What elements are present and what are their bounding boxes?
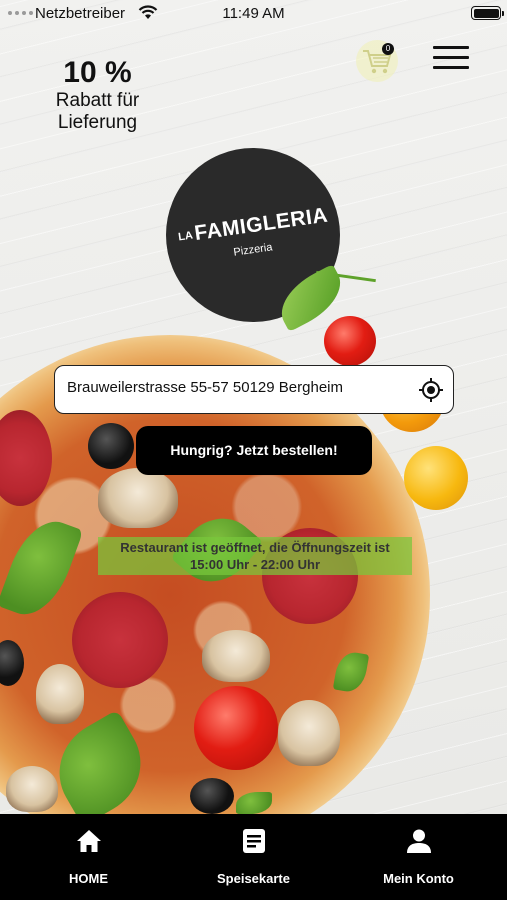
user-icon — [407, 829, 431, 853]
mushroom-topping — [98, 468, 178, 528]
tab-mein-konto-label: Mein Konto — [383, 871, 454, 886]
olive-topping — [190, 778, 234, 814]
tab-home[interactable]: HOME — [4, 814, 173, 900]
logo-prefix: LA — [177, 229, 194, 244]
discount-banner: 10 % Rabatt für Lieferung — [40, 56, 155, 134]
salami-topping — [72, 592, 168, 688]
mushroom-topping — [36, 664, 84, 724]
menu-card-icon — [243, 829, 265, 853]
discount-value: 10 % — [63, 56, 132, 89]
tomato-slice — [194, 686, 278, 770]
cart-count-badge: 0 — [382, 43, 394, 55]
status-time: 11:49 AM — [222, 5, 285, 22]
address-field[interactable] — [54, 365, 454, 414]
cart-button[interactable]: 0 — [356, 40, 398, 82]
tab-home-label: HOME — [69, 871, 108, 886]
menu-line — [433, 56, 469, 59]
olive-topping — [88, 423, 134, 469]
hamburger-menu-button[interactable] — [433, 46, 469, 72]
restaurant-logo: LAFAMIGLERIA Pizzeria — [166, 148, 376, 333]
mushroom-topping — [6, 766, 58, 812]
status-bar: Netzbetreiber 11:49 AM — [0, 0, 507, 26]
opening-status-text: Restaurant ist geöffnet, die Öffnungszei… — [98, 537, 412, 575]
tab-speisekarte-label: Speisekarte — [217, 871, 290, 886]
home-icon — [77, 830, 101, 852]
bottom-tab-bar: HOME Speisekarte Mein Konto — [0, 814, 507, 900]
cherry-tomato — [324, 316, 376, 366]
menu-line — [433, 66, 469, 69]
discount-text: Rabatt für Lieferung — [55, 90, 140, 133]
locate-me-icon[interactable] — [418, 377, 444, 403]
tab-speisekarte[interactable]: Speisekarte — [169, 814, 338, 900]
battery-icon — [471, 6, 504, 20]
address-input[interactable] — [67, 379, 407, 396]
order-now-button[interactable]: Hungrig? Jetzt bestellen! — [136, 426, 372, 475]
mushroom-topping — [202, 630, 270, 682]
tab-mein-konto[interactable]: Mein Konto — [334, 814, 503, 900]
mushroom-topping — [278, 700, 340, 766]
cherry-tomato — [404, 446, 468, 510]
menu-line — [433, 46, 469, 49]
